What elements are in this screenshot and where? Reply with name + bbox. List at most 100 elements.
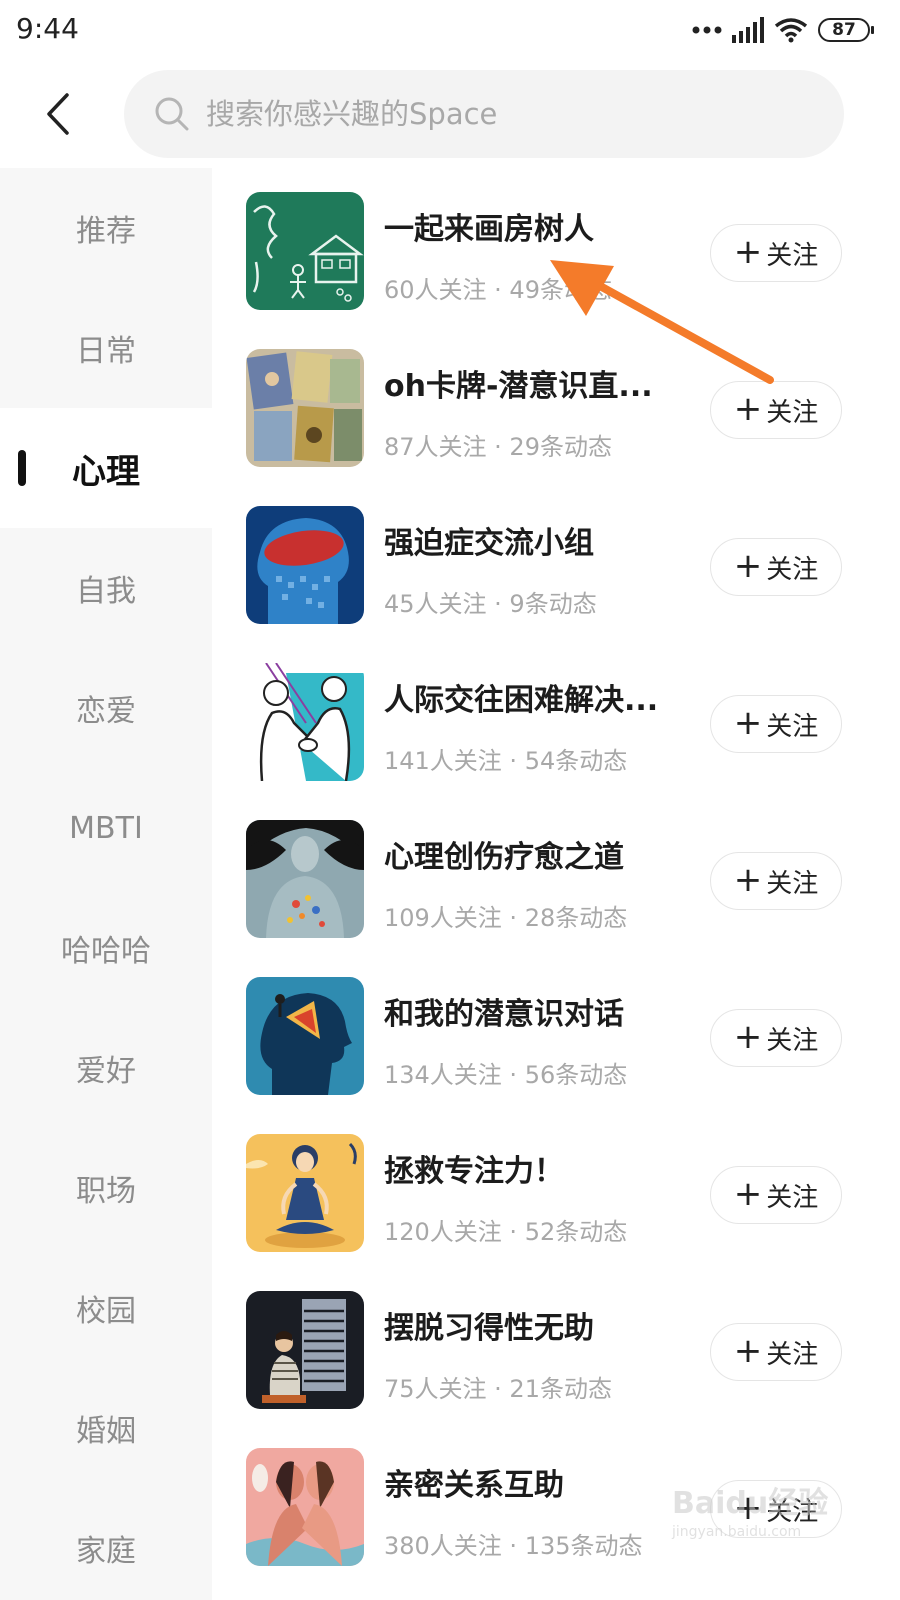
sidebar-item-label: 自我: [76, 574, 136, 609]
signal-icon: [732, 17, 764, 43]
watermark-url: jingyan.baidu.com: [672, 1524, 802, 1540]
sidebar-item-marriage[interactable]: 婚姻: [0, 1368, 212, 1488]
space-stats: 120人关注 · 52条动态: [384, 1218, 628, 1246]
list-item[interactable]: 强迫症交流小组 45人关注 · 9条动态 + 关注: [212, 482, 900, 642]
space-stats: 60人关注 · 49条动态: [384, 276, 612, 304]
more-dots-icon: [692, 26, 722, 34]
follow-button[interactable]: + 关注: [710, 224, 842, 282]
watermark-logo: Baidu经验: [672, 1486, 829, 1521]
sidebar-item-hobby[interactable]: 爱好: [0, 1008, 212, 1128]
list-item[interactable]: 和我的潜意识对话 134人关注 · 56条动态 + 关注: [212, 953, 900, 1113]
space-name: oh卡牌-潜意识直...: [384, 369, 653, 404]
space-stats: 134人关注 · 56条动态: [384, 1061, 628, 1089]
sidebar-item-label: 爱好: [76, 1054, 136, 1089]
sidebar-item-campus[interactable]: 校园: [0, 1248, 212, 1368]
sidebar-item-label: 校园: [76, 1294, 136, 1329]
follow-button[interactable]: + 关注: [710, 1166, 842, 1224]
follow-label: 关注: [766, 711, 819, 742]
plus-icon: +: [733, 231, 763, 272]
handshake-people-icon: [246, 663, 364, 781]
sidebar-item-love[interactable]: 恋爱: [0, 648, 212, 768]
space-stats: 141人关注 · 54条动态: [384, 747, 628, 775]
follow-button[interactable]: + 关注: [710, 381, 842, 439]
plus-icon: +: [733, 1330, 763, 1371]
search-input[interactable]: [206, 97, 806, 131]
sidebar-item-career[interactable]: 职场: [0, 1128, 212, 1248]
sidebar-item-fun[interactable]: 哈哈哈: [0, 888, 212, 1008]
follow-label: 关注: [766, 1025, 819, 1056]
space-thumbnail: [246, 820, 364, 938]
list-item[interactable]: 心理创伤疗愈之道 109人关注 · 28条动态 + 关注: [212, 796, 900, 956]
space-name: 强迫症交流小组: [384, 526, 594, 561]
space-list: 一起来画房树人 60人关注 · 49条动态 + 关注 oh卡牌-潜意识直... 8…: [212, 168, 900, 1600]
status-time: 9:44: [16, 12, 79, 45]
space-thumbnail: [246, 192, 364, 310]
follow-button[interactable]: + 关注: [710, 1323, 842, 1381]
follow-label: 关注: [766, 240, 819, 271]
chevron-left-icon: [47, 93, 69, 135]
space-thumbnail: [246, 506, 364, 624]
follow-button[interactable]: + 关注: [710, 1009, 842, 1067]
plus-icon: +: [733, 1016, 763, 1057]
space-name: 和我的潜意识对话: [384, 997, 624, 1032]
space-thumbnail: [246, 663, 364, 781]
category-sidebar: 推荐 日常 心理 自我 恋爱 MBTI 哈哈哈 爱好 职场 校园 婚姻 家庭: [0, 168, 212, 1600]
follow-button[interactable]: + 关注: [710, 852, 842, 910]
meditation-woman-icon: [246, 1134, 364, 1252]
wifi-icon: [774, 18, 808, 43]
sidebar-item-self[interactable]: 自我: [0, 528, 212, 648]
back-button[interactable]: [30, 86, 86, 142]
list-item[interactable]: 摆脱习得性无助 75人关注 · 21条动态 + 关注: [212, 1267, 900, 1427]
space-name: 心理创伤疗愈之道: [384, 840, 624, 875]
plus-icon: +: [733, 859, 763, 900]
baidu-watermark: Baidu经验 jingyan.baidu.com: [672, 1478, 862, 1562]
battery-indicator: 87: [818, 18, 874, 42]
healing-woman-icon: [246, 820, 364, 938]
plus-icon: +: [733, 388, 763, 429]
helpless-person-icon: [246, 1291, 364, 1409]
follow-label: 关注: [766, 397, 819, 428]
plus-icon: +: [733, 1173, 763, 1214]
list-item[interactable]: 拯救专注力！ 120人关注 · 52条动态 + 关注: [212, 1110, 900, 1270]
space-stats: 380人关注 · 135条动态: [384, 1532, 643, 1560]
sidebar-item-label: 日常: [76, 334, 136, 369]
sidebar-item-label: 哈哈哈: [61, 934, 151, 969]
space-name: 拯救专注力！: [384, 1154, 564, 1189]
status-bar: 9:44 87: [0, 0, 900, 60]
follow-label: 关注: [766, 1182, 819, 1213]
sidebar-item-recommend[interactable]: 推荐: [0, 168, 212, 288]
space-stats: 75人关注 · 21条动态: [384, 1375, 612, 1403]
plus-icon: +: [733, 545, 763, 586]
list-item[interactable]: 人际交往困难解决... 141人关注 · 54条动态 + 关注: [212, 639, 900, 799]
space-name: 一起来画房树人: [384, 212, 594, 247]
intimate-couple-icon: [246, 1448, 364, 1566]
sidebar-item-mbti[interactable]: MBTI: [0, 768, 212, 888]
space-thumbnail: [246, 1448, 364, 1566]
sidebar-item-family[interactable]: 家庭: [0, 1488, 212, 1600]
follow-label: 关注: [766, 868, 819, 899]
sidebar-item-label: 婚姻: [76, 1414, 136, 1449]
active-indicator: [18, 450, 26, 486]
list-item[interactable]: oh卡牌-潜意识直... 87人关注 · 29条动态 + 关注: [212, 325, 900, 485]
subconscious-head-icon: [246, 977, 364, 1095]
ocd-head-icon: [246, 506, 364, 624]
sidebar-item-label: MBTI: [69, 810, 143, 846]
space-thumbnail: [246, 977, 364, 1095]
sidebar-item-label: 心理: [72, 451, 140, 492]
sidebar-item-label: 恋爱: [76, 694, 136, 729]
search-bar[interactable]: [124, 70, 844, 158]
sidebar-item-daily[interactable]: 日常: [0, 288, 212, 408]
follow-button[interactable]: + 关注: [710, 695, 842, 753]
sidebar-item-psychology[interactable]: 心理: [0, 408, 212, 528]
space-thumbnail: [246, 1291, 364, 1409]
sidebar-item-label: 推荐: [76, 214, 136, 249]
list-item[interactable]: 一起来画房树人 60人关注 · 49条动态 + 关注: [212, 168, 900, 328]
space-stats: 87人关注 · 29条动态: [384, 433, 612, 461]
follow-label: 关注: [766, 554, 819, 585]
plus-icon: +: [733, 702, 763, 743]
follow-button[interactable]: + 关注: [710, 538, 842, 596]
search-icon: [155, 97, 189, 131]
space-stats: 109人关注 · 28条动态: [384, 904, 628, 932]
house-tree-person-drawing-icon: [246, 192, 364, 310]
follow-label: 关注: [766, 1339, 819, 1370]
